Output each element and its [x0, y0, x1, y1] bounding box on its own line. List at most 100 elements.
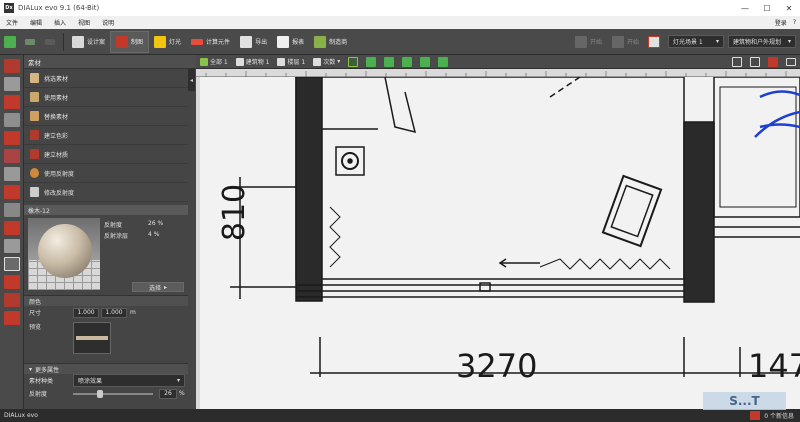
size-label: 尺寸: [29, 310, 42, 317]
zoom-window-button[interactable]: [746, 56, 764, 68]
display-options-button[interactable]: [782, 56, 800, 68]
window-icon[interactable]: [4, 131, 20, 145]
menu-file[interactable]: 文件: [0, 18, 24, 27]
dimension-right-label: 147: [748, 347, 800, 385]
create-texture-tool[interactable]: 建立材质: [24, 145, 188, 164]
door-marker: [479, 282, 491, 292]
wall-icon[interactable]: [4, 95, 20, 109]
paint-icon[interactable]: [4, 257, 20, 271]
pick-material-tool[interactable]: 挑选素材: [24, 69, 188, 88]
light-scene-select[interactable]: 灯光场景 1 ▾: [668, 35, 724, 48]
planning-select[interactable]: 建筑物和户外规划 ▾: [728, 35, 796, 48]
create-color-tool[interactable]: 建立色彩: [24, 126, 188, 145]
size-height-input[interactable]: 1.000: [101, 307, 127, 318]
choose-material-button[interactable]: 选择 ▸: [132, 282, 184, 292]
reflect-value-input[interactable]: 26: [159, 388, 177, 399]
reflect-slider[interactable]: [73, 389, 153, 398]
reflectance-value: 26 %: [148, 220, 164, 227]
building-select[interactable]: 建筑物 1: [232, 56, 274, 68]
size-unit: m: [130, 309, 136, 316]
reflect-slider-row: 反射度 26 %: [24, 387, 188, 400]
minimize-button[interactable]: —: [734, 0, 756, 16]
texture-strip: [76, 336, 108, 340]
build-icon: [116, 35, 129, 48]
material-mode-icon[interactable]: [4, 221, 20, 235]
view-3d-button-5[interactable]: [434, 56, 452, 68]
material-preview-box: 反射度 26 % 反射涂层 4 % 选择 ▸: [24, 215, 188, 295]
panel-title: 素材: [24, 55, 196, 69]
menu-help[interactable]: 说明: [96, 18, 120, 27]
status-messages[interactable]: 0 个新信息: [764, 411, 794, 420]
points-icon[interactable]: [4, 311, 20, 325]
panel-collapse-button[interactable]: ◂: [188, 69, 195, 91]
help-icon[interactable]: ?: [793, 19, 796, 26]
menu-view[interactable]: 视图: [72, 18, 96, 27]
cube-green-icon: [402, 56, 413, 67]
level-select[interactable]: 次数 ▾: [309, 56, 344, 68]
replace-material-tool[interactable]: 替换素材: [24, 107, 188, 126]
tool-label: 建立材质: [44, 151, 69, 159]
coating-label: 反射涂层: [104, 233, 129, 240]
view-all-button[interactable]: 全部 1: [196, 56, 232, 68]
more-props-header[interactable]: ▾ 更多属性: [24, 363, 188, 374]
stairs-icon[interactable]: [4, 167, 20, 181]
size-width-input[interactable]: 1.000: [73, 307, 99, 318]
view-toolbar: 全部 1 建筑物 1 楼层 1 次数 ▾: [196, 55, 800, 69]
app-logo-icon: Dx: [4, 3, 14, 13]
material-type-select[interactable]: 喷涂效果 ▾: [73, 374, 185, 387]
redo-icon[interactable]: [43, 35, 57, 49]
light-scene-icon[interactable]: [647, 35, 661, 49]
view-3d-button-2[interactable]: [380, 56, 398, 68]
tool-label: 建立色彩: [44, 132, 69, 140]
design-button[interactable]: 设计案: [67, 31, 110, 53]
cube-icon[interactable]: [4, 185, 20, 199]
start-label-1: 开始: [589, 39, 602, 46]
view-3d-button-3[interactable]: [398, 56, 416, 68]
maximize-button[interactable]: ☐: [756, 0, 778, 16]
door-icon[interactable]: [4, 113, 20, 127]
edit-reflectance-tool[interactable]: 修改反射度: [24, 183, 188, 202]
undo-icon[interactable]: [23, 35, 37, 49]
color-icon[interactable]: [4, 275, 20, 289]
level-icon: [313, 57, 322, 66]
floor-select[interactable]: 楼层 1: [273, 56, 309, 68]
chevron-down-icon: ▾: [29, 365, 33, 373]
building-mode-icon[interactable]: [4, 59, 20, 73]
apply-material-tool[interactable]: 使用素材: [24, 88, 188, 107]
view-3d-button-4[interactable]: [416, 56, 434, 68]
tool-label: 替换素材: [44, 113, 69, 121]
slider-handle[interactable]: [97, 389, 103, 398]
menu-insert[interactable]: 插入: [48, 18, 72, 27]
floor-icon: [277, 57, 286, 66]
table-icon[interactable]: [4, 239, 20, 253]
material-thumbnail: [28, 218, 100, 290]
furniture-icon[interactable]: [4, 203, 20, 217]
menu-edit[interactable]: 编辑: [24, 18, 48, 27]
calc-button[interactable]: 计算元件: [186, 31, 235, 53]
save-icon[interactable]: [3, 35, 17, 49]
build-button[interactable]: 制图: [110, 30, 150, 53]
manufacturer-button[interactable]: 制造商: [309, 31, 352, 53]
shape-icon[interactable]: [4, 293, 20, 307]
view-3d-button-1[interactable]: [362, 56, 380, 68]
screenshot-button[interactable]: [764, 56, 782, 68]
report-button[interactable]: 报表: [272, 31, 309, 53]
menu-bar: 文件 编辑 插入 视图 说明 登录 ?: [0, 16, 800, 29]
roof-icon[interactable]: [4, 149, 20, 163]
brush-icon: [30, 92, 39, 102]
light-button[interactable]: 灯光: [149, 31, 186, 53]
close-button[interactable]: ✕: [778, 0, 800, 16]
cube-green-icon: [366, 56, 377, 67]
zoom-fit-button[interactable]: [728, 56, 746, 68]
floor-plan-canvas[interactable]: 810 3270 147: [200, 77, 800, 409]
chevron-down-icon: ▾: [337, 58, 341, 65]
chevron-down-icon: ▾: [787, 38, 791, 45]
material-panel: 素材 ◂ 挑选素材 使用素材 替换素材 建立色彩 建立材质 使用反射度 修改反射…: [24, 55, 219, 409]
material-sphere: [38, 224, 92, 278]
room-mode-icon[interactable]: [4, 77, 20, 91]
plan-view-button[interactable]: [344, 56, 362, 68]
build-label: 制图: [131, 39, 144, 46]
login-link[interactable]: 登录: [775, 18, 787, 27]
export-button[interactable]: 导出: [235, 31, 272, 53]
use-reflectance-tool[interactable]: 使用反射度: [24, 164, 188, 183]
